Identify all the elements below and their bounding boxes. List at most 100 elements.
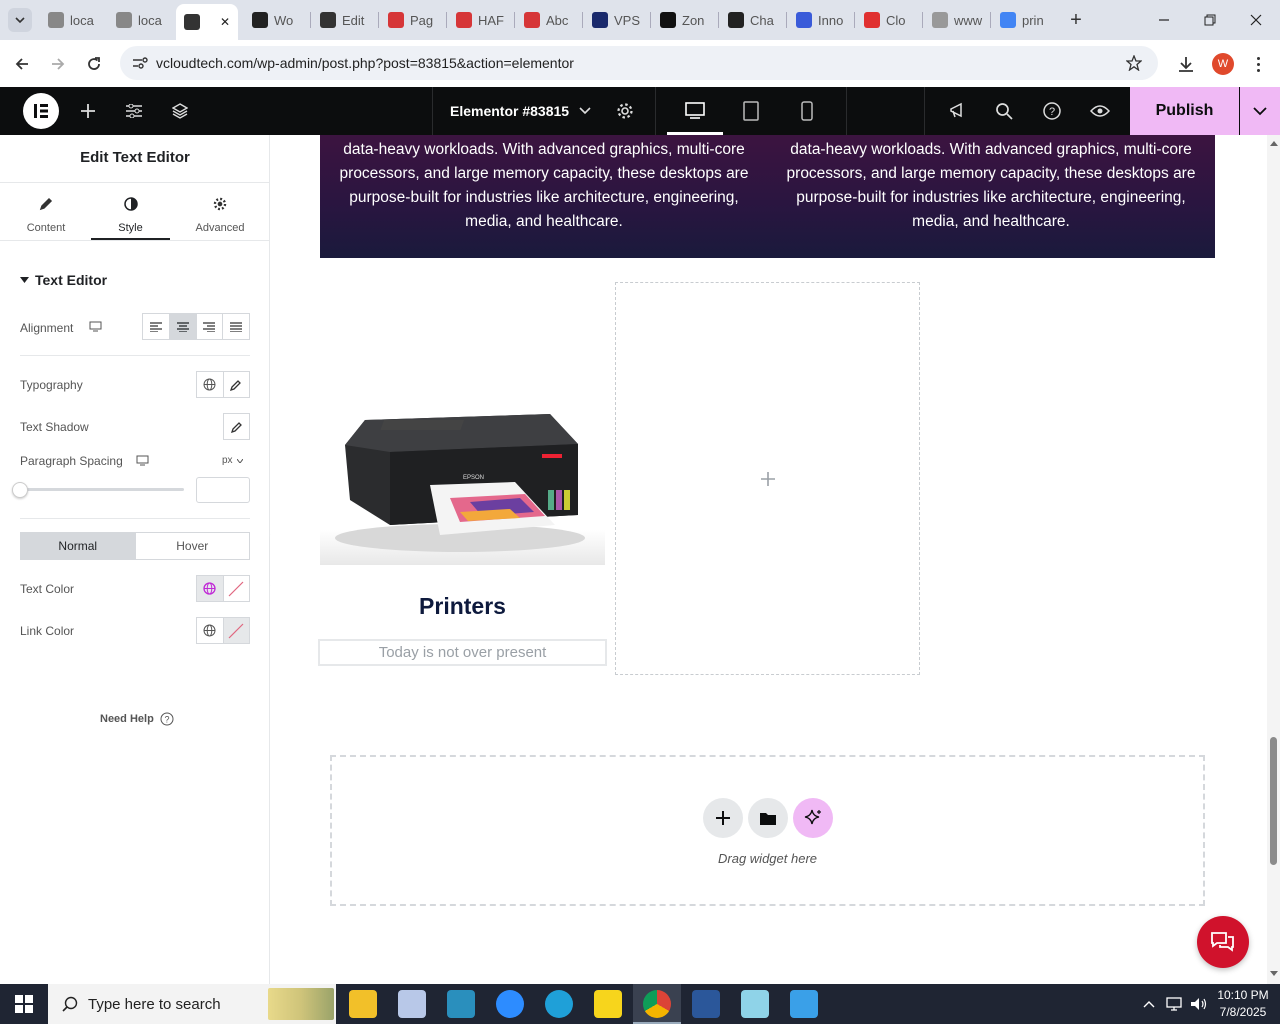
address-bar[interactable]: vcloudtech.com/wp-admin/post.php?post=83… <box>120 46 1158 80</box>
taskbar-clock[interactable]: 10:10 PM 7/8/2025 <box>1212 987 1274 1021</box>
state-hover-tab[interactable]: Hover <box>136 533 250 559</box>
align-left-button[interactable] <box>143 314 170 339</box>
site-info-icon[interactable] <box>132 56 148 70</box>
tab-style[interactable]: Style <box>91 193 170 241</box>
browser-tab[interactable]: Inno <box>788 6 852 34</box>
publish-button[interactable]: Publish <box>1130 87 1239 135</box>
responsive-desktop-icon[interactable] <box>136 455 149 466</box>
file-explorer-taskbar-icon[interactable] <box>349 990 377 1018</box>
scroll-up-arrow-icon[interactable] <box>1270 140 1278 146</box>
text-shadow-edit-button[interactable] <box>223 413 250 440</box>
document-title-dropdown[interactable]: Elementor #83815 <box>450 87 600 135</box>
browser-tab[interactable]: Clo <box>856 6 920 34</box>
align-center-button[interactable] <box>169 314 197 339</box>
text-color-global-button[interactable] <box>197 576 224 601</box>
link-color-global-button[interactable] <box>197 618 224 643</box>
tab-advanced[interactable]: Advanced <box>180 193 260 241</box>
page-settings-button[interactable] <box>612 87 638 135</box>
card-text-editor-selected[interactable]: Today is not over present <box>318 639 607 666</box>
align-justify-button[interactable] <box>223 314 249 339</box>
card-title[interactable]: Printers <box>320 593 605 620</box>
chevron-up-icon[interactable] <box>1143 1000 1155 1008</box>
typography-edit-button[interactable] <box>224 372 250 397</box>
empty-column[interactable] <box>615 282 920 675</box>
typography-global-button[interactable] <box>197 372 224 397</box>
unit-selector[interactable]: px <box>222 455 243 466</box>
volume-icon[interactable] <box>1190 996 1208 1012</box>
paragraph-spacing-slider[interactable] <box>20 488 184 491</box>
app-taskbar-icon[interactable] <box>447 990 475 1018</box>
browser-tab[interactable]: www <box>924 6 988 34</box>
browser-tab[interactable]: Pag <box>380 6 444 34</box>
reload-button[interactable] <box>82 52 106 76</box>
paint-app-taskbar-icon[interactable] <box>398 990 426 1018</box>
taskbar-search-box[interactable]: Type here to search <box>48 984 336 1024</box>
browser-tab[interactable]: Wo <box>244 6 308 34</box>
section-toggle[interactable]: Text Editor <box>20 272 107 288</box>
paragraph-spacing-input[interactable] <box>196 477 250 503</box>
browser-tab[interactable]: Zon <box>652 6 716 34</box>
downloads-button[interactable] <box>1174 52 1198 76</box>
browser-tab[interactable]: Edit <box>312 6 376 34</box>
tab-content[interactable]: Content <box>10 193 82 241</box>
browser-tab[interactable]: ✕ <box>176 4 238 40</box>
desktop-view-button[interactable] <box>667 87 723 135</box>
word-taskbar-icon[interactable] <box>692 990 720 1018</box>
browser-tab[interactable]: prin <box>992 6 1056 34</box>
close-window-button[interactable] <box>1242 8 1270 32</box>
zoom-taskbar-icon[interactable] <box>496 990 524 1018</box>
help-button[interactable]: ? <box>1039 87 1065 135</box>
add-section-button[interactable] <box>703 798 743 838</box>
add-element-button[interactable] <box>74 87 102 135</box>
link-color-swatch[interactable] <box>223 618 249 643</box>
photos-taskbar-icon[interactable] <box>790 990 818 1018</box>
ai-generate-button[interactable] <box>793 798 833 838</box>
back-button[interactable] <box>10 52 34 76</box>
dark-banner-section[interactable]: data-heavy workloads. With advanced grap… <box>320 135 1215 258</box>
network-icon[interactable] <box>1166 996 1184 1012</box>
responsive-desktop-icon[interactable] <box>89 321 102 332</box>
scroll-down-arrow-icon[interactable] <box>1270 971 1278 977</box>
elementor-logo-button[interactable] <box>23 93 59 129</box>
add-widget-plus-icon[interactable] <box>760 471 775 486</box>
tab-search-button[interactable] <box>8 8 32 32</box>
bookmark-star-icon[interactable] <box>1126 55 1142 71</box>
app-taskbar-icon[interactable] <box>741 990 769 1018</box>
forward-button[interactable] <box>46 52 70 76</box>
browser-menu-button[interactable] <box>1250 52 1266 76</box>
site-settings-button[interactable] <box>120 87 148 135</box>
chrome-taskbar-icon[interactable] <box>643 990 671 1018</box>
tablet-view-button[interactable] <box>738 87 764 135</box>
page-scrollbar[interactable] <box>1267 135 1280 984</box>
slider-handle[interactable] <box>12 482 28 498</box>
publish-options-button[interactable] <box>1240 87 1280 135</box>
browser-tab[interactable]: loca <box>108 6 172 34</box>
printer-image[interactable]: EPSON <box>320 390 605 565</box>
profile-avatar[interactable]: W <box>1212 53 1234 75</box>
notes-button[interactable] <box>944 87 970 135</box>
align-right-button[interactable] <box>197 314 224 339</box>
finder-button[interactable] <box>991 87 1017 135</box>
new-tab-button[interactable]: + <box>1064 8 1088 32</box>
browser-tab[interactable]: Cha <box>720 6 784 34</box>
preview-button[interactable] <box>1087 87 1113 135</box>
structure-button[interactable] <box>166 87 194 135</box>
text-color-swatch[interactable] <box>224 576 250 601</box>
chat-support-button[interactable] <box>1197 916 1249 968</box>
browser-tab[interactable]: VPS <box>584 6 648 34</box>
mobile-view-button[interactable] <box>796 87 818 135</box>
browser-tab[interactable]: Abc <box>516 6 580 34</box>
minimize-button[interactable] <box>1150 8 1178 32</box>
browser-tab[interactable]: loca <box>40 6 104 34</box>
sticky-notes-taskbar-icon[interactable] <box>594 990 622 1018</box>
start-button[interactable] <box>0 984 48 1024</box>
add-section-area[interactable]: Drag widget here <box>330 755 1205 906</box>
restore-button[interactable] <box>1196 8 1224 32</box>
state-normal-tab[interactable]: Normal <box>21 533 136 559</box>
edge-taskbar-icon[interactable] <box>545 990 573 1018</box>
need-help-link[interactable]: Need Help ? <box>100 712 174 726</box>
close-tab-icon[interactable]: ✕ <box>220 15 230 29</box>
browser-tab[interactable]: HAF <box>448 6 512 34</box>
scrollbar-thumb[interactable] <box>1270 737 1277 865</box>
add-template-button[interactable] <box>748 798 788 838</box>
